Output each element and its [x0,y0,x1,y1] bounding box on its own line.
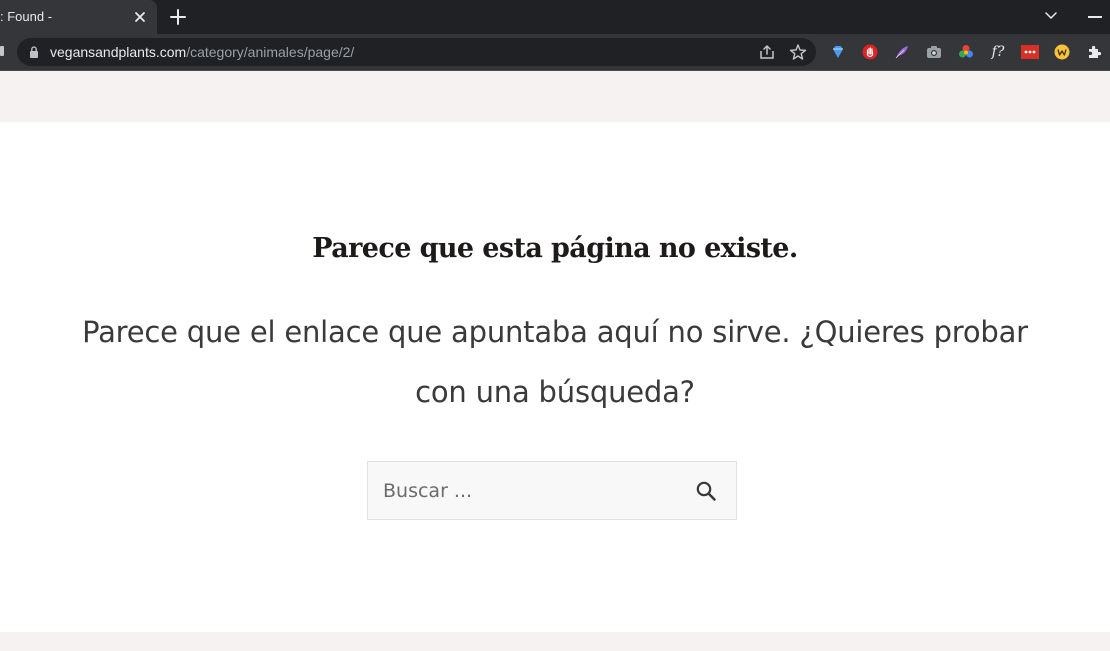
browser-toolbar: vegansandplants.com/category/animales/pa… [0,34,1110,71]
feather-extension-icon[interactable] [893,43,911,61]
font-identifier-label: f? [991,44,1005,60]
url-text: vegansandplants.com/category/animales/pa… [50,44,354,60]
font-identifier-extension-icon[interactable]: f? [989,43,1007,61]
reload-icon[interactable] [0,46,4,56]
diamond-extension-icon[interactable] [829,43,847,61]
share-icon[interactable] [758,43,776,61]
not-found-section: Parece que esta página no existe. Parece… [0,122,1110,632]
color-picker-extension-icon[interactable] [957,43,975,61]
page-title: Parece que esta página no existe. [312,233,798,264]
search-form [367,461,737,520]
camera-extension-icon[interactable] [925,43,943,61]
tab-title: : Found - [0,9,53,24]
site-footer [0,632,1110,651]
not-found-message: Parece que el enlace que apuntaba aquí n… [82,315,1028,409]
url-path: /category/animales/page/2/ [186,44,355,60]
lock-icon[interactable] [27,45,41,59]
browser-tab-bar: : Found - [0,0,1110,34]
minimize-window-icon[interactable] [1088,16,1102,18]
puzzle-extensions-icon[interactable] [1085,43,1103,61]
close-tab-icon[interactable] [131,8,149,26]
browser-tab[interactable]: : Found - [0,0,157,34]
address-bar[interactable]: vegansandplants.com/category/animales/pa… [17,38,816,66]
dots-extension-icon[interactable] [1021,43,1039,61]
search-input[interactable] [368,462,668,519]
site-header [0,71,1110,122]
w-circle-extension-icon[interactable] [1053,43,1071,61]
tab-search-chevron-icon[interactable] [1042,6,1060,24]
search-icon[interactable] [695,480,717,502]
hand-stop-extension-icon[interactable] [861,43,879,61]
new-tab-icon[interactable] [168,7,188,27]
url-host: vegansandplants.com [50,44,187,60]
bookmark-star-icon[interactable] [789,43,807,61]
